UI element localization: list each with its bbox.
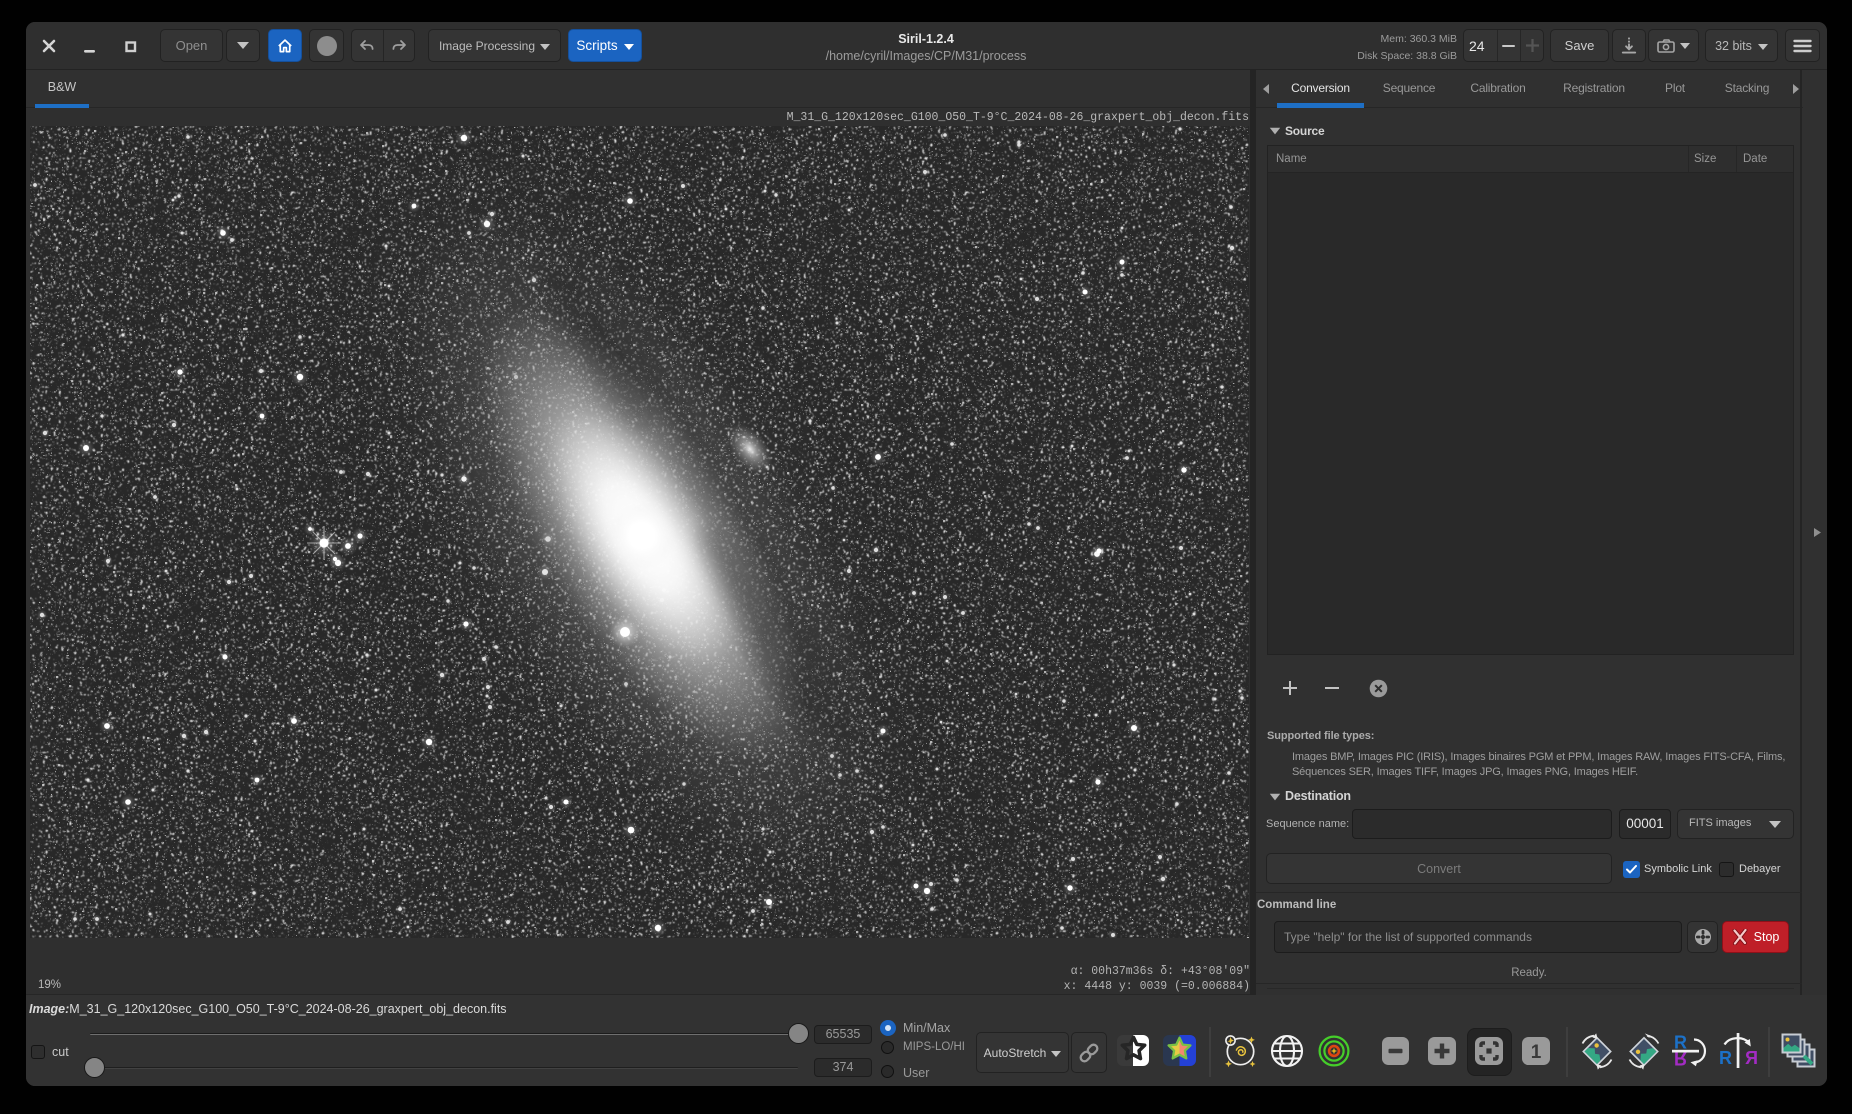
svg-text:R: R bbox=[1719, 1048, 1732, 1068]
svg-text:R: R bbox=[1745, 1048, 1758, 1068]
svg-text:1: 1 bbox=[1531, 1042, 1542, 1063]
